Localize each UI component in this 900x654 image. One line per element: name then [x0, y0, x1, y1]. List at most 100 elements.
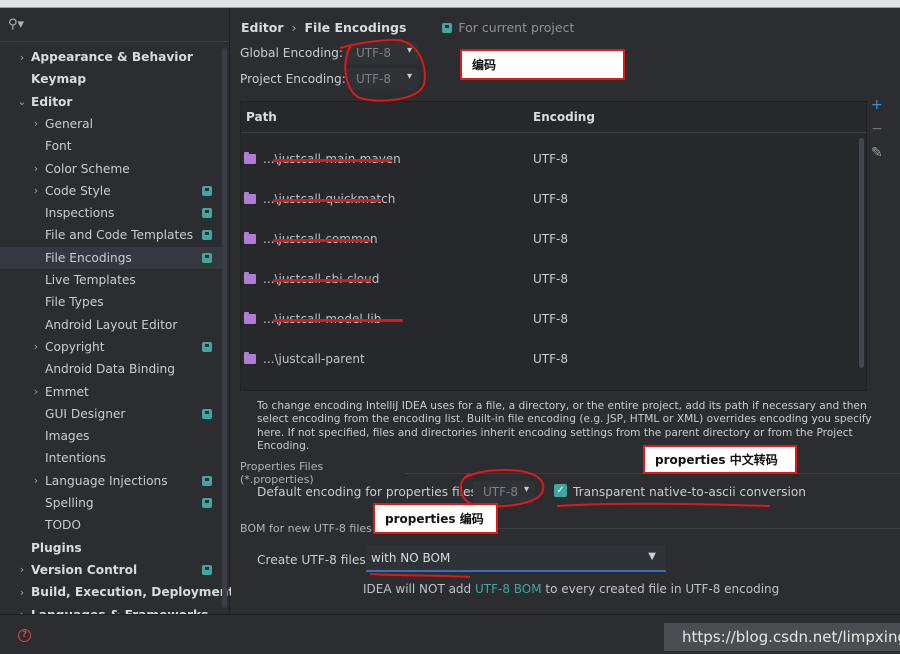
row-encoding[interactable]: UTF-8 — [533, 312, 568, 326]
sidebar-item-label: Emmet — [45, 384, 89, 399]
row-path: ...\justcall-parent — [263, 352, 365, 366]
redaction-mark — [273, 279, 371, 282]
bom-select-value: with NO BOM — [371, 550, 451, 565]
settings-sidebar: ⚲▾ › Appearance & Behavior Keymap ⌄ Editor › G… — [0, 8, 234, 622]
folder-icon — [244, 272, 256, 284]
properties-encoding-combo[interactable]: UTF-8 ▾ — [473, 481, 535, 503]
edit-path-icon[interactable]: ✎ — [871, 145, 883, 161]
sidebar-item-appearance-behavior[interactable]: › Appearance & Behavior — [0, 46, 222, 68]
sidebar-item-label: Android Data Binding — [45, 362, 176, 377]
table-row[interactable]: ...\justcall-model-libUTF-8 — [241, 300, 866, 340]
sidebar-item-intentions[interactable]: Intentions — [0, 447, 222, 469]
sidebar-item-language-injections[interactable]: › Language Injections — [0, 470, 222, 492]
chevron-right-icon[interactable]: › — [31, 385, 41, 398]
sidebar-item-file-and-code-templates[interactable]: File and Code Templates — [0, 224, 222, 246]
project-encoding-combo[interactable]: UTF-8 ▾ — [346, 68, 418, 90]
sidebar-item-todo[interactable]: TODO — [0, 514, 222, 536]
sidebar-item-code-style[interactable]: › Code Style — [0, 180, 222, 202]
chevron-right-icon[interactable]: › — [31, 340, 41, 353]
table-row[interactable]: ...\justcall-parent UTF-8 — [241, 340, 866, 380]
create-utf8-label: Create UTF-8 files: — [257, 553, 370, 567]
bom-section-header: BOM for new UTF-8 files — [240, 522, 900, 535]
sidebar-item-label: Spelling — [45, 496, 94, 510]
row-encoding[interactable]: UTF-8 — [533, 352, 568, 366]
redaction-mark — [273, 239, 371, 242]
chevron-right-icon[interactable]: › — [31, 162, 41, 175]
sidebar-item-emmet[interactable]: › Emmet — [0, 381, 222, 403]
sidebar-item-android-data-binding[interactable]: Android Data Binding — [0, 358, 222, 380]
project-scope-icon — [202, 230, 212, 241]
project-scope-icon — [202, 185, 212, 196]
sidebar-item-build-execution-deployment[interactable]: › Build, Execution, Deployment — [0, 581, 234, 603]
sidebar-item-label: General — [45, 116, 94, 131]
sidebar-item-editor[interactable]: ⌄ Editor — [0, 91, 222, 113]
row-encoding[interactable]: UTF-8 — [533, 232, 568, 246]
project-scope-icon — [202, 341, 212, 352]
chevron-right-icon[interactable]: › — [17, 586, 27, 599]
sidebar-item-color-scheme[interactable]: › Color Scheme — [0, 158, 222, 180]
column-header-path[interactable]: Path — [246, 102, 277, 132]
sidebar-item-font[interactable]: Font — [0, 135, 222, 157]
sidebar-item-general[interactable]: › General — [0, 113, 222, 135]
project-encoding-label: Project Encoding: — [240, 72, 346, 86]
sidebar-item-file-encodings[interactable]: File Encodings — [0, 246, 222, 269]
table-row[interactable]: ...\justcall-commonUTF-8 — [241, 220, 866, 260]
sidebar-item-label: Intentions — [45, 451, 107, 466]
global-encoding-combo[interactable]: UTF-8 ▾ — [346, 42, 418, 64]
row-encoding[interactable]: UTF-8 — [533, 152, 568, 166]
sidebar-item-spelling[interactable]: Spelling — [0, 492, 222, 514]
bom-section-title: BOM for new UTF-8 files — [240, 522, 372, 535]
sidebar-search[interactable]: ⚲▾ — [0, 8, 229, 42]
redaction-mark — [273, 199, 381, 202]
sidebar-item-android-layout-editor[interactable]: Android Layout Editor — [0, 314, 222, 336]
sidebar-item-gui-designer[interactable]: GUI Designer — [0, 403, 222, 425]
help-icon[interactable]: ? — [18, 629, 31, 642]
bom-select[interactable]: with NO BOM ▼ — [366, 545, 666, 572]
add-path-icon[interactable]: + — [871, 97, 883, 113]
chevron-down-icon: ▼ — [648, 551, 656, 562]
sidebar-item-keymap[interactable]: Keymap — [0, 68, 222, 90]
sidebar-item-label: Keymap — [31, 72, 87, 87]
callout-encoding: 编码 — [460, 49, 625, 80]
chevron-down-icon[interactable]: ⌄ — [17, 95, 27, 108]
sidebar-item-plugins[interactable]: Plugins — [0, 537, 222, 559]
table-row[interactable]: ...\justcall-quickmatchUTF-8 — [241, 180, 866, 220]
breadcrumb-current: File Encodings — [304, 20, 407, 35]
chevron-down-icon: ▾ — [406, 45, 412, 56]
table-row[interactable]: ...\justcall-main-mavenUTF-8 — [241, 140, 866, 180]
chevron-right-icon[interactable]: › — [31, 184, 41, 197]
sidebar-scrollbar[interactable] — [222, 48, 227, 608]
sidebar-item-live-templates[interactable]: Live Templates — [0, 269, 222, 291]
sidebar-item-copyright[interactable]: › Copyright — [0, 336, 222, 358]
utf8-bom-link[interactable]: UTF-8 BOM — [475, 582, 542, 596]
row-encoding[interactable]: UTF-8 — [533, 272, 568, 286]
chevron-right-icon[interactable]: › — [31, 117, 41, 130]
project-scope-icon — [202, 475, 212, 486]
search-icon[interactable]: ⚲▾ — [8, 17, 24, 32]
project-scope-icon — [202, 498, 212, 508]
properties-section-title: Properties Files (*.properties) — [240, 460, 324, 486]
project-scope-icon — [202, 252, 212, 263]
row-encoding[interactable]: UTF-8 — [533, 192, 568, 206]
sidebar-item-label: Live Templates — [45, 273, 136, 287]
table-scrollbar[interactable] — [859, 138, 864, 368]
chevron-right-icon[interactable]: › — [31, 474, 41, 487]
sidebar-item-label: Copyright — [45, 339, 105, 354]
breadcrumb-separator: › — [291, 20, 297, 35]
sidebar-item-file-types[interactable]: File Types — [0, 291, 222, 313]
native-to-ascii-label[interactable]: Transparent native-to-ascii conversion — [573, 485, 806, 499]
sidebar-item-images[interactable]: Images — [0, 425, 222, 447]
native-to-ascii-checkbox[interactable]: ✓ — [554, 484, 567, 497]
sidebar-item-version-control[interactable]: › Version Control — [0, 559, 222, 581]
sidebar-item-inspections[interactable]: Inspections — [0, 202, 222, 224]
column-header-encoding[interactable]: Encoding — [533, 102, 595, 132]
watermark: https://blog.csdn.net/limpxing1 — [664, 623, 900, 651]
chevron-right-icon[interactable]: › — [17, 563, 27, 576]
chevron-right-icon[interactable]: › — [17, 51, 27, 64]
project-encoding-value: UTF-8 — [356, 72, 391, 86]
table-row[interactable]: E:\download\Openfire-master\plugins\open… — [241, 380, 866, 390]
callout-properties-encoding: properties 编码 — [373, 503, 498, 534]
remove-path-icon[interactable]: − — [871, 121, 883, 137]
breadcrumb-parent[interactable]: Editor — [241, 20, 284, 35]
table-row[interactable]: ...\justcall-sbi-cloudUTF-8 — [241, 260, 866, 300]
